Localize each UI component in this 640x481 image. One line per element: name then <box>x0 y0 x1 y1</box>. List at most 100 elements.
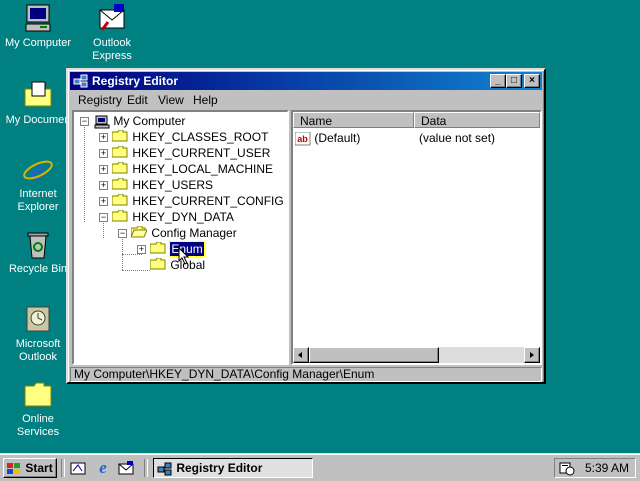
status-bar: My Computer\HKEY_DYN_DATA\Config Manager… <box>70 367 542 382</box>
ie-icon: e <box>22 153 54 187</box>
column-header-name[interactable]: Name <box>293 112 414 128</box>
taskbar: Start e Registry Editor 5:39 AM <box>0 453 640 481</box>
quick-launch-outlook-express-icon[interactable] <box>118 460 134 476</box>
clock[interactable]: 5:39 AM <box>585 459 629 477</box>
folder-icon <box>111 129 129 146</box>
folder-open-icon <box>130 225 148 242</box>
folder-icon <box>22 79 54 111</box>
close-icon: × <box>529 75 535 86</box>
expand-toggle[interactable]: + <box>99 149 108 158</box>
taskbar-separator <box>61 459 65 477</box>
svg-text:e: e <box>31 154 44 185</box>
computer-icon <box>22 2 54 34</box>
desktop-icon-recycle-bin[interactable]: Recycle Bin <box>0 228 76 276</box>
arrow-right-icon <box>530 352 534 358</box>
close-button[interactable]: × <box>524 74 540 88</box>
folder-icon <box>111 209 129 226</box>
tree-node-label: HKEY_CLASSES_ROOT <box>132 130 269 144</box>
tree-node-enum[interactable]: Enum <box>149 241 205 258</box>
value-row[interactable]: ab (Default) (value not set) <box>294 130 538 146</box>
tree-node-label: HKEY_LOCAL_MACHINE <box>132 162 274 176</box>
quick-launch-ie-icon[interactable]: e <box>94 458 112 477</box>
folder-icon <box>111 161 129 178</box>
desktop-icon-outlook-express[interactable]: Outlook Express <box>74 2 150 63</box>
scroll-right-button[interactable] <box>524 347 540 363</box>
tree-node-config-manager[interactable]: Config Manager <box>130 225 237 242</box>
desktop-icon-my-documents[interactable]: My Documen <box>0 79 76 127</box>
folder-icon <box>111 193 129 210</box>
value-list-pane[interactable]: Name Data ab (Default) (value not set) <box>291 110 542 365</box>
horizontal-scrollbar[interactable] <box>293 347 540 363</box>
system-tray: 5:39 AM <box>554 458 636 478</box>
title-bar[interactable]: Registry Editor _ □ × <box>70 72 542 90</box>
registry-editor-window: Registry Editor _ □ × Registry Edit View… <box>66 68 546 384</box>
tree-line <box>122 270 150 272</box>
mouse-cursor-icon <box>178 246 190 265</box>
desktop-icon-my-computer[interactable]: My Computer <box>0 2 76 50</box>
desktop-icon-label: Online <box>22 413 54 425</box>
tray-task-scheduler-icon[interactable] <box>559 462 575 476</box>
window-title: Registry Editor <box>92 74 179 88</box>
svg-text:e: e <box>99 458 107 476</box>
registry-editor-icon[interactable] <box>73 73 89 89</box>
menu-help[interactable]: Help <box>193 93 218 107</box>
desktop-icon-label-line2: Express <box>92 50 132 62</box>
string-value-icon: ab <box>294 131 311 146</box>
desktop-icon-online-services[interactable]: Online Services <box>0 378 76 439</box>
desktop-icon-label-line2: Outlook <box>19 351 57 363</box>
taskbar-button-label: Registry Editor <box>176 461 263 475</box>
desktop-icon-label-line2: Explorer <box>17 201 59 213</box>
expand-toggle[interactable]: + <box>99 197 108 206</box>
tree-node-label: HKEY_DYN_DATA <box>132 210 234 224</box>
expand-toggle[interactable]: + <box>99 181 108 190</box>
expand-toggle[interactable]: + <box>99 165 108 174</box>
maximize-button[interactable]: □ <box>506 74 522 88</box>
desktop-icon-label: Internet <box>19 188 57 200</box>
scroll-left-button[interactable] <box>293 347 309 363</box>
tree-node-hkey-users[interactable]: HKEY_USERS <box>111 177 214 194</box>
tree-node-label: HKEY_USERS <box>132 178 214 192</box>
tree-line <box>84 125 86 222</box>
desktop: My Computer Outlook Express My Documen e… <box>0 0 640 455</box>
desktop-icon-label: My Computer <box>4 37 72 49</box>
expand-toggle[interactable]: + <box>99 133 108 142</box>
desktop-icon-internet-explorer[interactable]: e Internet Explorer <box>0 153 76 214</box>
tree-node-my-computer[interactable]: My Computer <box>94 113 185 129</box>
outlook-icon <box>22 303 54 335</box>
tree-line <box>122 254 142 256</box>
desktop-icon-microsoft-outlook[interactable]: Microsoft Outlook <box>0 303 76 364</box>
quick-launch-desktop-icon[interactable] <box>70 460 86 476</box>
collapse-toggle[interactable]: − <box>80 117 89 126</box>
menu-registry[interactable]: Registry <box>78 93 122 107</box>
tree-node-hkey-classes-root[interactable]: HKEY_CLASSES_ROOT <box>111 129 269 146</box>
start-label: Start <box>25 461 53 475</box>
scroll-thumb[interactable] <box>309 347 439 363</box>
collapse-toggle[interactable]: − <box>118 229 127 238</box>
tree-node-hkey-current-config[interactable]: HKEY_CURRENT_CONFIG <box>111 193 284 210</box>
tree-node-hkey-current-user[interactable]: HKEY_CURRENT_USER <box>111 145 270 162</box>
minimize-button[interactable]: _ <box>490 74 506 88</box>
registry-tree-pane[interactable]: − My Computer + HKEY_CLASSES_ROOT + HKEY… <box>72 110 289 365</box>
computer-icon <box>94 115 110 129</box>
desktop-icon-label-line2: Services <box>16 426 60 438</box>
expand-toggle[interactable]: + <box>137 245 146 254</box>
maximize-icon: □ <box>510 75 518 86</box>
svg-text:ab: ab <box>297 134 308 144</box>
desktop-icon-label: Microsoft <box>15 338 61 350</box>
folder-icon <box>111 145 129 162</box>
menu-edit[interactable]: Edit <box>127 93 148 107</box>
column-header-data[interactable]: Data <box>414 112 540 128</box>
tree-line <box>103 221 105 238</box>
collapse-toggle[interactable]: − <box>99 213 108 222</box>
taskbar-button-registry-editor[interactable]: Registry Editor <box>153 458 313 478</box>
arrow-left-icon <box>298 352 302 358</box>
outlook-express-icon <box>96 2 128 34</box>
menu-view[interactable]: View <box>158 93 184 107</box>
windows-logo-icon <box>6 462 22 476</box>
tree-node-label: My Computer <box>113 114 186 128</box>
tree-node-hkey-dyn-data[interactable]: HKEY_DYN_DATA <box>111 209 234 226</box>
start-button[interactable]: Start <box>3 458 57 478</box>
tree-node-hkey-local-machine[interactable]: HKEY_LOCAL_MACHINE <box>111 161 274 178</box>
folder-icon <box>111 177 129 194</box>
folder-icon <box>149 241 167 258</box>
